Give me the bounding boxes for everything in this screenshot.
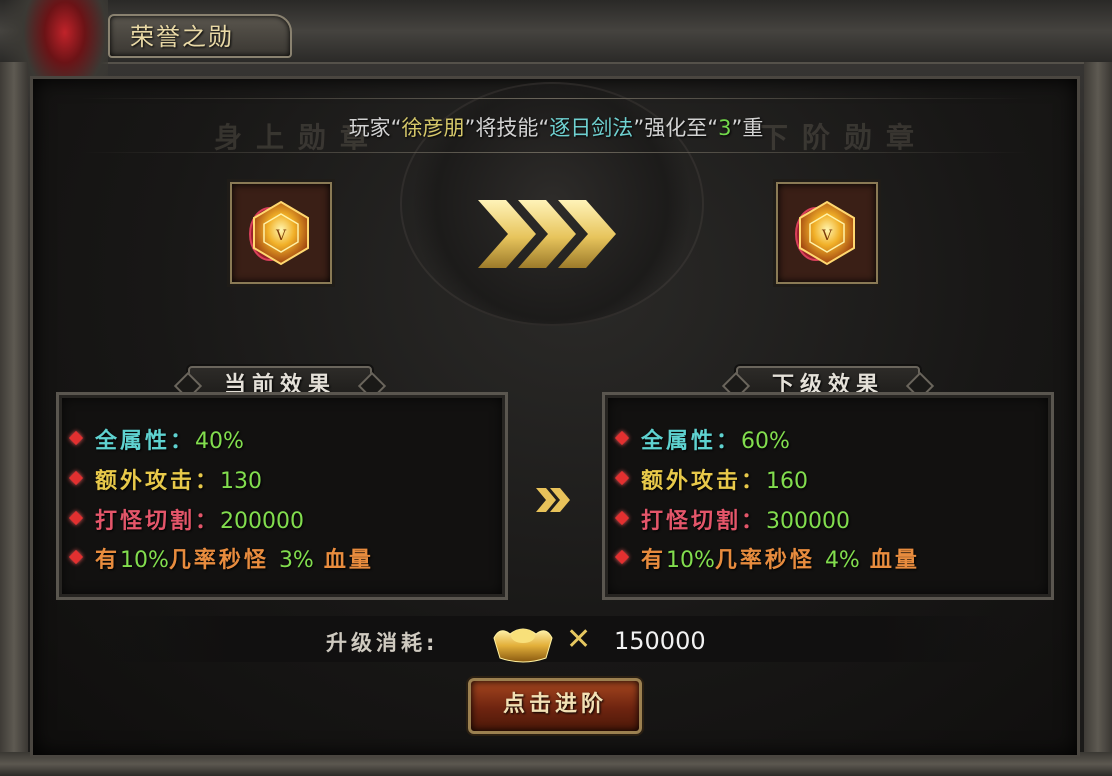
- current-medal-slot[interactable]: V: [230, 182, 332, 284]
- player-name: 徐彦朋: [401, 116, 465, 140]
- bullet-icon: [68, 470, 84, 486]
- announce-mid: ”将技能“: [464, 116, 550, 140]
- upgrade-arrow-icon: [478, 200, 616, 268]
- announce-mid: ”强化至“: [633, 116, 719, 140]
- bullet-icon: [68, 430, 84, 446]
- bullet-icon: [614, 430, 630, 446]
- left-border: [0, 62, 28, 776]
- cost-bar: [96, 616, 1016, 662]
- svg-text:V: V: [821, 228, 833, 244]
- skill-name: 逐日剑法: [549, 116, 634, 140]
- honor-medal-icon: V: [249, 200, 309, 266]
- cost-label: 升级消耗:: [326, 631, 439, 655]
- skill-level: 3: [718, 116, 732, 140]
- bullet-icon: [68, 510, 84, 526]
- next-effect-panel: 全属性：60% 额外攻击：160 打怪切割：300000 有10%几率秒怪 4% 血…: [602, 392, 1054, 600]
- effect-row: 额外攻击：160: [641, 469, 809, 494]
- divider: [80, 152, 1030, 153]
- announcement-text: 玩家“徐彦朋”将技能“逐日剑法”强化至“3”重: [0, 112, 1112, 142]
- advance-button[interactable]: 点击进阶: [468, 678, 642, 734]
- honor-medal-icon: V: [795, 200, 855, 266]
- bullet-icon: [614, 470, 630, 486]
- effect-row: 打怪切割：200000: [95, 509, 304, 534]
- effect-row: 全属性：60%: [641, 429, 790, 454]
- effect-row: 额外攻击：130: [95, 469, 263, 494]
- bullet-icon: [614, 549, 630, 565]
- gold-ingot-icon: [493, 628, 553, 663]
- effect-row: 打怪切割：300000: [641, 509, 850, 534]
- bullet-icon: [68, 549, 84, 565]
- announce-suffix: ”重: [731, 116, 764, 140]
- window-title: 荣誉之勋: [130, 23, 234, 51]
- bullet-icon: [614, 510, 630, 526]
- cost-amount: 150000: [614, 627, 706, 655]
- effect-row: 全属性：40%: [95, 429, 244, 454]
- multiply-icon: ✕: [566, 622, 592, 657]
- right-border: [1084, 62, 1112, 776]
- announce-prefix: 玩家“: [348, 116, 402, 140]
- next-medal-slot[interactable]: V: [776, 182, 878, 284]
- current-effect-panel: 全属性：40% 额外攻击：130 打怪切割：200000 有10%几率秒怪 3% 血…: [56, 392, 508, 600]
- svg-text:V: V: [275, 228, 287, 244]
- effect-row: 有10%几率秒怪 3% 血量: [95, 548, 374, 573]
- divider: [80, 98, 1030, 99]
- mini-arrow-icon: [536, 488, 570, 512]
- effect-row: 有10%几率秒怪 4% 血量: [641, 548, 920, 573]
